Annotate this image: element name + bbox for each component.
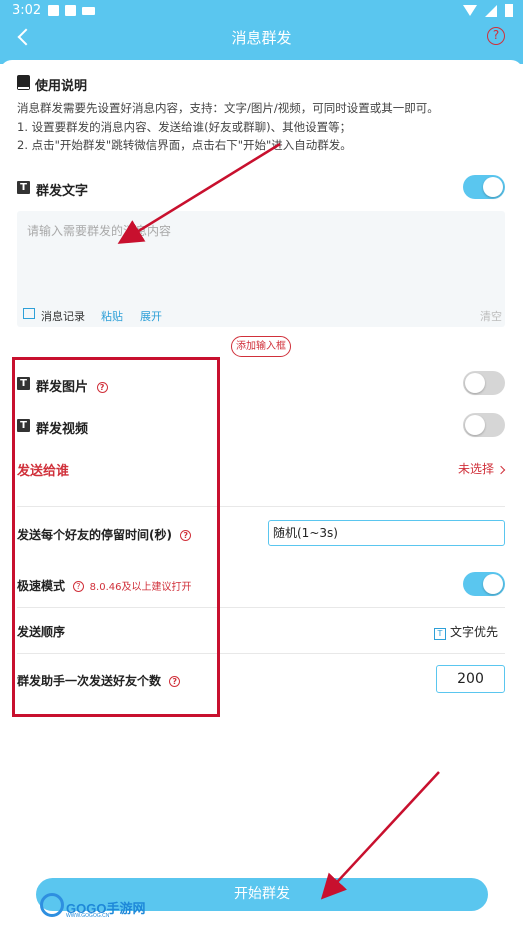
speed-mode-toggle[interactable]: [463, 572, 505, 596]
wifi-icon: [463, 5, 477, 16]
expand-link[interactable]: 展开: [140, 308, 162, 324]
message-history-link[interactable]: 消息记录: [41, 308, 85, 324]
stay-time-input[interactable]: 随机(1~3s): [268, 520, 505, 546]
text-toggle[interactable]: [463, 175, 505, 199]
video-toggle[interactable]: [463, 413, 505, 437]
paste-link[interactable]: 粘贴: [101, 308, 123, 324]
toggle-knob: [465, 373, 485, 393]
toggle-knob: [465, 415, 485, 435]
help-icon[interactable]: ?: [487, 27, 505, 45]
send-to-selector[interactable]: 未选择: [458, 460, 506, 477]
toggle-knob: [483, 574, 503, 594]
page-title: 消息群发: [231, 29, 292, 47]
a-notification-icon: [65, 5, 76, 16]
message-textarea[interactable]: 请输入需要群发的消息内容 消息记录 粘贴 展开 清空: [17, 211, 505, 327]
status-right-icons: [463, 4, 513, 17]
message-placeholder: 请输入需要群发的消息内容: [27, 224, 172, 238]
text-section-title: 群发文字: [36, 184, 89, 199]
send-order-value: 文字优先: [450, 625, 499, 639]
watermark-logo-icon: [40, 893, 64, 917]
annotation-highlight-box: [12, 357, 220, 717]
toggle-knob: [483, 177, 503, 197]
app-header: 3:02 消息群发 ?: [0, 0, 523, 64]
send-to-value: 未选择: [458, 462, 495, 476]
chevron-right-icon: [496, 465, 506, 474]
instructions-line-2: 1. 设置要群发的消息内容、发送给谁(好友或群聊)、其他设置等；: [17, 120, 352, 134]
clear-link[interactable]: 清空: [480, 308, 502, 324]
image-toggle[interactable]: [463, 371, 505, 395]
cell-signal-icon: [485, 4, 497, 17]
text-format-icon: T: [17, 181, 30, 194]
notification-icons: [48, 5, 95, 16]
instructions-line-3: 2. 点击"开始群发"跳转微信界面，点击右下"开始"进入自动群发。: [17, 138, 352, 152]
status-bar: 3:02: [0, 0, 523, 22]
battery-icon: [505, 4, 513, 17]
instructions-line-1: 消息群发需要先设置好消息内容，支持：文字/图片/视频，可同时设置或其一即可。: [17, 101, 439, 115]
instructions-title: 使用说明: [35, 79, 88, 94]
book-icon: [17, 75, 30, 90]
add-input-button[interactable]: 添加输入框: [231, 336, 291, 357]
text-order-icon: T: [434, 628, 446, 640]
list-icon: [23, 308, 35, 319]
keyboard-notification-icon: [82, 7, 95, 15]
status-time: 3:02: [12, 3, 42, 18]
watermark-sub: WWW.GOGOG.CN: [66, 913, 110, 919]
image-notification-icon: [48, 5, 59, 16]
batch-count-input[interactable]: 200: [436, 665, 505, 693]
send-order-selector[interactable]: T 文字优先: [434, 623, 498, 640]
